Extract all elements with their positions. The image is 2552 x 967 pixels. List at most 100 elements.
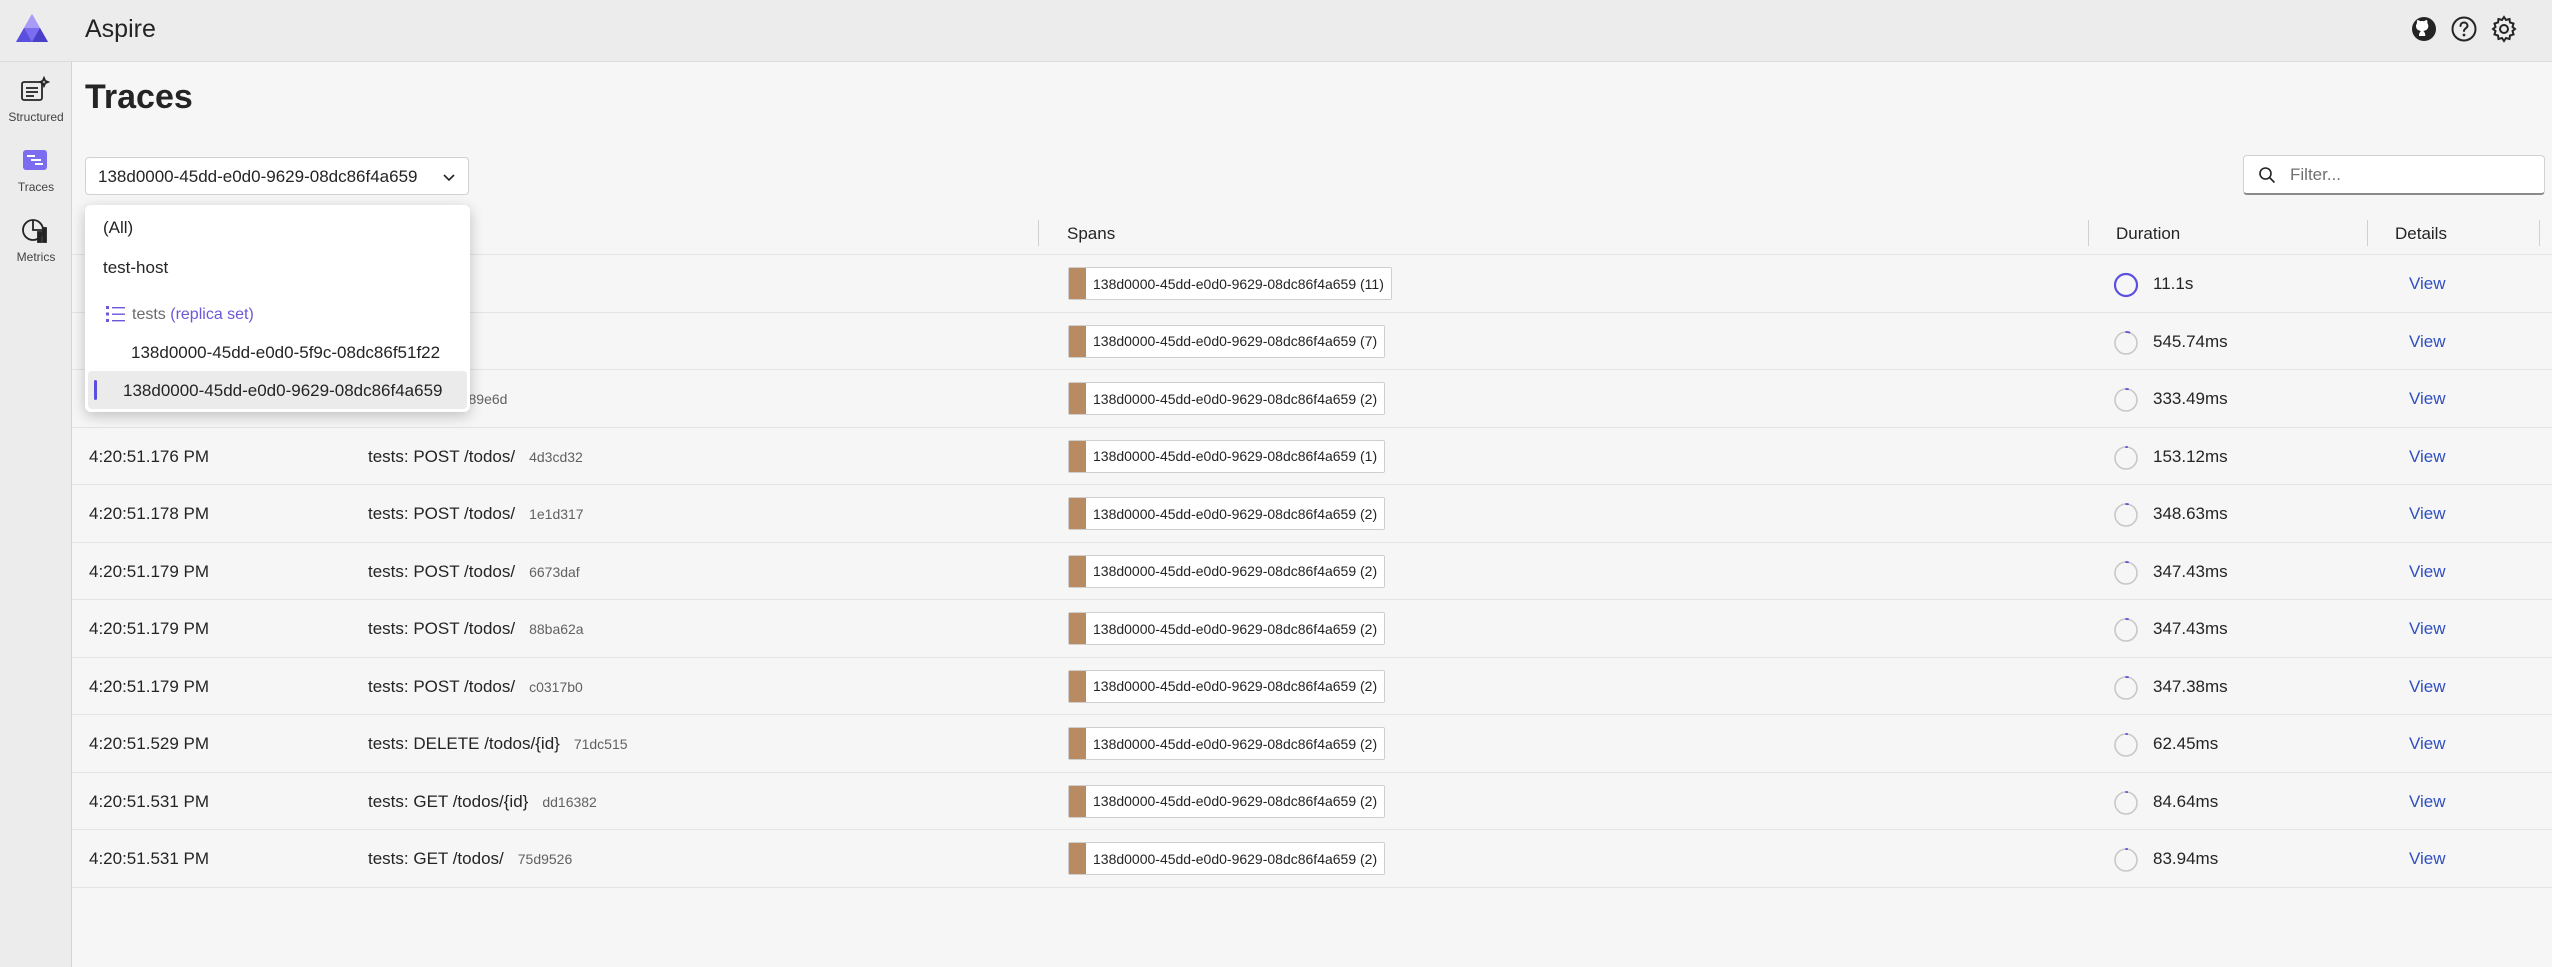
trace-duration: 348.63ms bbox=[2153, 504, 2228, 523]
structured-logs-icon bbox=[21, 76, 51, 101]
span-color-swatch bbox=[1069, 498, 1086, 529]
traces-icon bbox=[23, 150, 47, 170]
sidebar-item-structured[interactable]: Structured bbox=[0, 70, 72, 134]
column-header-spans[interactable]: Spans bbox=[1067, 224, 1115, 244]
span-tag[interactable]: 138d0000-45dd-e0d0-9629-08dc86f4a659 (2) bbox=[1068, 784, 1386, 818]
table-row[interactable]: 4:20:51.531 PM tests: GET /todos/75d9526 1… bbox=[72, 830, 2552, 888]
span-label: 138d0000-45dd-e0d0-9629-08dc86f4a659 (2) bbox=[1093, 735, 1378, 752]
trace-timestamp: 4:20:51.529 PM bbox=[89, 734, 210, 753]
filter-input[interactable] bbox=[2290, 162, 2530, 188]
span-label: 138d0000-45dd-e0d0-9629-08dc86f4a659 (2) bbox=[1093, 793, 1378, 809]
view-details-link[interactable]: View bbox=[2409, 389, 2446, 409]
trace-name-text: tests: POST /todos/ bbox=[368, 561, 516, 581]
trace-id: dd16382 bbox=[542, 793, 597, 810]
view-details-link[interactable]: View bbox=[2409, 849, 2446, 869]
view-details-link[interactable]: View bbox=[2409, 562, 2446, 582]
trace-duration: 153.12ms bbox=[2153, 446, 2228, 466]
column-divider[interactable] bbox=[2367, 220, 2368, 246]
dropdown-group-name: tests bbox=[132, 306, 166, 323]
aspire-logo-icon[interactable] bbox=[14, 12, 50, 44]
span-tag[interactable]: 138d0000-45dd-e0d0-9629-08dc86f4a659 (7) bbox=[1068, 324, 1386, 358]
span-color-swatch bbox=[1069, 268, 1086, 299]
trace-name: tests: POST /todos/6673daf bbox=[368, 562, 580, 582]
span-tag[interactable]: 138d0000-45dd-e0d0-9629-08dc86f4a659 (2) bbox=[1068, 669, 1386, 703]
view-details-link[interactable]: View bbox=[2409, 734, 2446, 754]
dropdown-option-replica-1[interactable]: 138d0000-45dd-e0d0-5f9c-08dc86f51f22 bbox=[88, 333, 467, 371]
table-row[interactable]: 4:20:51.179 PM tests: POST /todos/6673daf… bbox=[72, 543, 2552, 600]
dropdown-group-tag: (replica set) bbox=[170, 306, 254, 323]
sidebar-item-label: Metrics bbox=[16, 250, 56, 264]
span-tag[interactable]: 138d0000-45dd-e0d0-9629-08dc86f4a659 (1) bbox=[1068, 439, 1386, 473]
trace-duration: 545.74ms bbox=[2153, 331, 2228, 351]
column-header-duration[interactable]: Duration bbox=[2116, 224, 2180, 244]
view-details-link[interactable]: View bbox=[2409, 504, 2446, 524]
sidebar-item-traces[interactable]: Traces bbox=[0, 140, 72, 204]
trace-name-text: tests: GET /todos/{id} bbox=[368, 791, 529, 811]
table-row[interactable]: 4:20:51.179 PM tests: POST /todos/88ba62a… bbox=[72, 600, 2552, 658]
metrics-icon bbox=[22, 219, 47, 243]
dropdown-group-tests: tests (replica set) bbox=[88, 295, 467, 333]
view-details-link[interactable]: View bbox=[2409, 274, 2446, 294]
table-row[interactable]: 4:20:51.179 PM tests: POST /todos/c0317b0… bbox=[72, 658, 2552, 715]
gear-icon[interactable] bbox=[2489, 14, 2519, 44]
github-icon[interactable] bbox=[2409, 14, 2439, 44]
span-color-swatch bbox=[1069, 325, 1086, 357]
table-row[interactable]: 4:20:51.178 PM tests: POST /todos/1e1d317… bbox=[72, 485, 2552, 543]
trace-timestamp: 4:20:51.179 PM bbox=[89, 561, 210, 581]
column-divider[interactable] bbox=[2539, 220, 2540, 246]
dropdown-option-label: test-host bbox=[103, 258, 169, 277]
trace-duration: 347.43ms bbox=[2153, 561, 2228, 581]
duration-progress-icon bbox=[2114, 388, 2138, 412]
resource-select-value: 138d0000-45dd-e0d0-9629-08dc86f4a659 bbox=[98, 167, 418, 186]
trace-id: 4d3cd32 bbox=[529, 448, 583, 465]
span-label: 138d0000-45dd-e0d0-9629-08dc86f4a659 (2) bbox=[1093, 620, 1378, 637]
trace-duration: 347.43ms bbox=[2153, 619, 2228, 638]
dropdown-option-label: 138d0000-45dd-e0d0-9629-08dc86f4a659 bbox=[123, 381, 443, 400]
dropdown-option-label: (All) bbox=[103, 218, 134, 237]
table-row[interactable]: 4:20:51.176 PM tests: POST /todos/4d3cd32… bbox=[72, 428, 2552, 485]
trace-timestamp: 4:20:51.531 PM bbox=[89, 849, 210, 868]
trace-timestamp: 4:20:51.179 PM bbox=[89, 619, 210, 638]
column-divider[interactable] bbox=[1038, 220, 1039, 246]
span-label: 138d0000-45dd-e0d0-9629-08dc86f4a659 (2) bbox=[1093, 505, 1378, 522]
trace-duration: 84.64ms bbox=[2153, 791, 2219, 811]
span-tag[interactable]: 138d0000-45dd-e0d0-9629-08dc86f4a659 (11… bbox=[1068, 267, 1392, 300]
column-divider[interactable] bbox=[2088, 220, 2089, 246]
selection-indicator bbox=[94, 380, 97, 400]
column-header-details[interactable]: Details bbox=[2395, 224, 2447, 244]
table-row[interactable]: 4:20:51.531 PM tests: GET /todos/{id} dd16… bbox=[72, 773, 2552, 830]
span-tag[interactable]: 138d0000-45dd-e0d0-9629-08dc86f4a659 (2) bbox=[1068, 497, 1386, 530]
span-tag[interactable]: 138d0000-45dd-e0d0-9629-08dc86f4a659 (2) bbox=[1068, 842, 1386, 875]
dropdown-option-test-host[interactable]: test-host bbox=[88, 248, 467, 286]
chevron-down-icon bbox=[443, 174, 455, 182]
dropdown-option-replica-2[interactable]: 138d0000-45dd-e0d0-9629-08dc86f4a659 bbox=[88, 371, 467, 409]
span-tag[interactable]: 138d0000-45dd-e0d0-9629-08dc86f4a659 (2) bbox=[1068, 727, 1386, 760]
view-details-link[interactable]: View bbox=[2409, 447, 2446, 467]
trace-duration: 62.45ms bbox=[2153, 734, 2219, 753]
help-icon[interactable] bbox=[2449, 14, 2479, 44]
resource-select[interactable]: 138d0000-45dd-e0d0-9629-08dc86f4a659 bbox=[85, 157, 469, 195]
span-color-swatch bbox=[1069, 383, 1086, 414]
view-details-link[interactable]: View bbox=[2409, 792, 2446, 812]
span-color-swatch bbox=[1069, 613, 1086, 644]
table-row[interactable]: 4:20:51.529 PM tests: DELETE /todos/{id} 7… bbox=[72, 715, 2552, 773]
dropdown-option-label: 138d0000-45dd-e0d0-5f9c-08dc86f51f22 bbox=[131, 343, 441, 362]
dropdown-option-all[interactable]: (All) bbox=[88, 208, 467, 246]
view-details-link[interactable]: View bbox=[2409, 332, 2446, 352]
duration-progress-icon bbox=[2114, 445, 2138, 470]
trace-duration: 333.49ms bbox=[2153, 389, 2228, 408]
span-label: 138d0000-45dd-e0d0-9629-08dc86f4a659 (1) bbox=[1093, 448, 1378, 464]
trace-name: tests: POST /todos/4d3cd32 bbox=[368, 447, 583, 467]
view-details-link[interactable]: View bbox=[2409, 677, 2446, 697]
span-tag[interactable]: 138d0000-45dd-e0d0-9629-08dc86f4a659 (2) bbox=[1068, 382, 1386, 415]
trace-name-text: tests: DELETE /todos/{id} bbox=[368, 734, 560, 753]
resource-dropdown: (All) test-host tests (replica set) 138d… bbox=[85, 205, 470, 412]
sidebar-item-metrics[interactable]: Metrics bbox=[0, 210, 72, 274]
trace-duration: 83.94ms bbox=[2153, 849, 2219, 868]
trace-timestamp: 4:20:51.176 PM bbox=[89, 446, 210, 466]
view-details-link[interactable]: View bbox=[2409, 619, 2446, 639]
span-label: 138d0000-45dd-e0d0-9629-08dc86f4a659 (7) bbox=[1093, 333, 1378, 349]
span-tag[interactable]: 138d0000-45dd-e0d0-9629-08dc86f4a659 (2) bbox=[1068, 554, 1386, 588]
span-tag[interactable]: 138d0000-45dd-e0d0-9629-08dc86f4a659 (2) bbox=[1068, 612, 1386, 645]
duration-progress-icon bbox=[2114, 503, 2138, 527]
